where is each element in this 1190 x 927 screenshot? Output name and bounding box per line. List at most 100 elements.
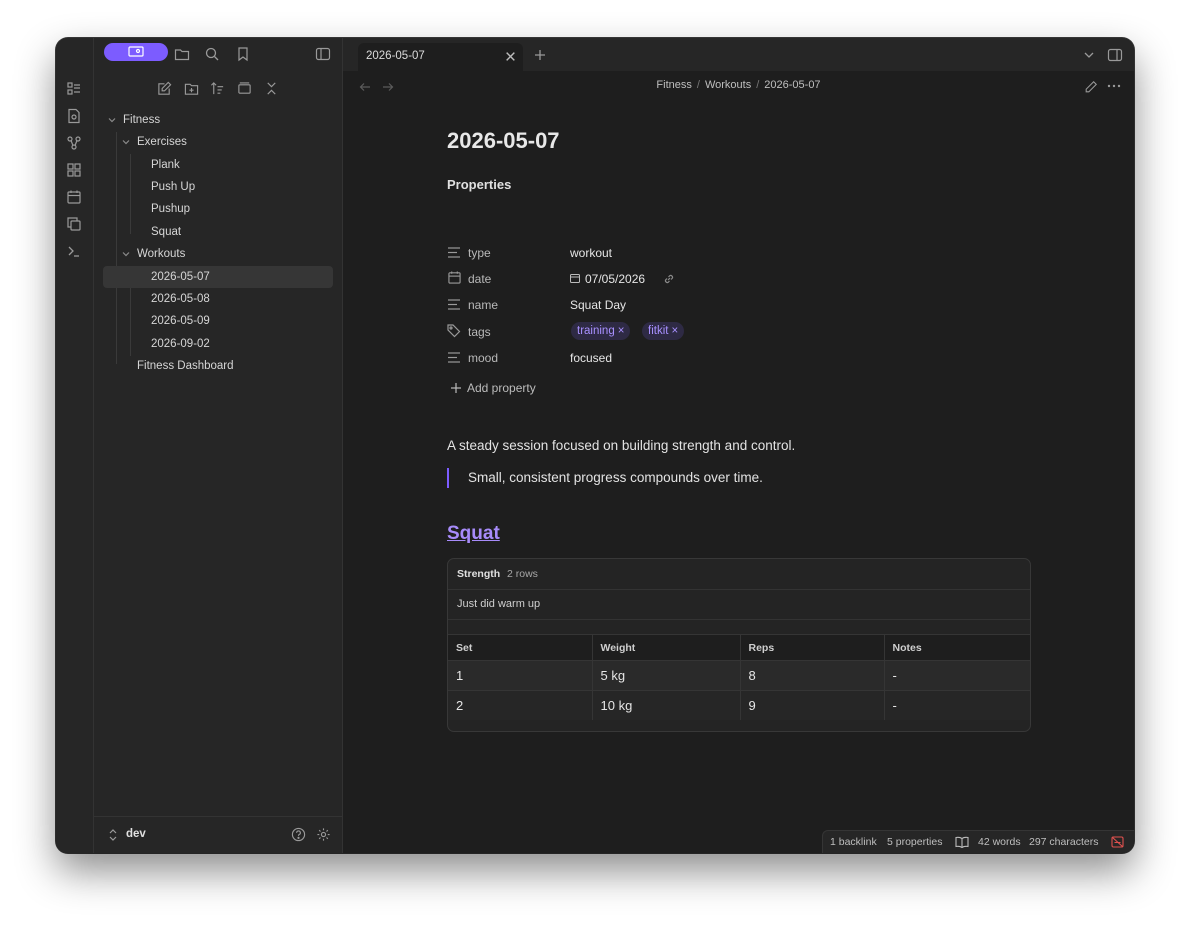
column-header[interactable]: Weight	[592, 634, 741, 661]
text-icon	[448, 247, 460, 258]
property-count[interactable]: 5 properties	[887, 836, 942, 848]
column-header[interactable]: Notes	[884, 634, 1030, 661]
app-window: Fitness Exercises Plank Push Up Pushup S…	[56, 38, 1134, 853]
note-title[interactable]: 2026-05-07	[447, 128, 560, 154]
copy-icon[interactable]	[66, 216, 82, 232]
tree-folder-workouts[interactable]: Workouts	[118, 244, 332, 264]
tree-item-label: 2026-05-09	[151, 315, 210, 327]
sort-icon[interactable]	[210, 81, 225, 96]
property-row-mood[interactable]: mood focused	[447, 347, 1031, 369]
table-cell[interactable]: -	[884, 690, 1030, 720]
tree-file-fitness-dashboard[interactable]: Fitness Dashboard	[118, 356, 332, 376]
more-options-icon[interactable]	[1107, 84, 1121, 88]
column-header[interactable]: Set	[448, 634, 593, 661]
reading-view-book-icon[interactable]	[955, 836, 969, 848]
new-tab-plus-icon[interactable]	[534, 49, 546, 61]
property-row-name[interactable]: name Squat Day	[447, 294, 1031, 316]
close-icon[interactable]	[505, 51, 516, 62]
breadcrumb-current[interactable]: 2026-05-07	[764, 79, 820, 91]
calendar-icon[interactable]	[66, 189, 82, 205]
plus-icon	[451, 383, 461, 393]
tree-file-squat[interactable]: Squat	[138, 222, 332, 242]
property-value[interactable]: focused	[570, 351, 612, 365]
tree-file-push-up[interactable]: Push Up	[138, 177, 332, 197]
property-value-date[interactable]: 07/05/2026	[585, 272, 645, 286]
file-search-icon[interactable]	[66, 108, 82, 124]
table-cell[interactable]: 8	[740, 660, 885, 691]
property-value[interactable]: workout	[570, 246, 612, 260]
bookmark-icon[interactable]	[235, 46, 251, 62]
breadcrumb-item[interactable]: Workouts	[705, 79, 751, 91]
chevron-up-down-icon[interactable]	[108, 828, 118, 842]
chevron-down-icon	[108, 118, 116, 123]
add-property-label: Add property	[467, 381, 536, 395]
table-cell[interactable]: -	[884, 660, 1030, 691]
property-value[interactable]: Squat Day	[570, 298, 626, 312]
table-cell[interactable]: 10 kg	[592, 690, 741, 720]
property-row-tags[interactable]: tags training × fitkit ×	[447, 321, 1031, 343]
link-icon[interactable]	[663, 273, 675, 285]
sidebar-top-bar	[94, 38, 342, 71]
table-header-row: Set Weight Reps Notes	[448, 634, 1030, 661]
table-cell[interactable]: 9	[740, 690, 885, 720]
settings-gear-icon[interactable]	[316, 827, 331, 842]
layout-grid-icon[interactable]	[66, 162, 82, 178]
table-cell[interactable]: 2	[448, 690, 593, 720]
tree-file-pushup[interactable]: Pushup	[138, 199, 332, 219]
calendar-icon	[448, 271, 461, 284]
note-blockquote[interactable]: Small, consistent progress compounds ove…	[447, 468, 763, 488]
tree-folder-exercises[interactable]: Exercises	[118, 132, 332, 152]
collapse-all-icon[interactable]	[264, 81, 279, 96]
tree-item-label: 2026-05-08	[151, 293, 210, 305]
right-sidebar-toggle-icon[interactable]	[1107, 47, 1123, 63]
add-property-button[interactable]: Add property	[447, 377, 1031, 399]
breadcrumb-item[interactable]: Fitness	[656, 79, 691, 91]
tree-file-2026-05-09[interactable]: 2026-05-09	[138, 311, 332, 331]
new-note-icon[interactable]	[157, 81, 172, 96]
sidebar-toggle-icon[interactable]	[315, 46, 331, 62]
tag-label: training	[577, 325, 615, 337]
tag-pill-fitkit[interactable]: fitkit ×	[642, 322, 685, 340]
remove-tag-icon[interactable]: ×	[618, 325, 625, 337]
graph-icon[interactable]	[66, 135, 82, 151]
tree-file-2026-05-07[interactable]: 2026-05-07	[103, 266, 333, 288]
property-row-type[interactable]: type workout	[447, 242, 1031, 264]
terminal-icon[interactable]	[66, 243, 82, 259]
vault-name[interactable]: dev	[126, 828, 146, 840]
properties-heading[interactable]: Properties	[447, 177, 511, 192]
property-key: mood	[468, 351, 499, 365]
base-view-name[interactable]: Strength	[457, 568, 500, 580]
folder-icon[interactable]	[174, 46, 190, 62]
files-tab-button[interactable]	[104, 43, 168, 61]
base-header: Strength 2 rows	[448, 559, 1030, 590]
table-cell[interactable]: 1	[448, 660, 593, 691]
new-folder-icon[interactable]	[184, 81, 199, 96]
tree-folder-fitness[interactable]: Fitness	[104, 110, 332, 130]
breadcrumb: Fitness / Workouts/2026-05-07	[656, 79, 821, 91]
edit-pencil-icon[interactable]	[1084, 80, 1098, 94]
search-icon[interactable]	[204, 46, 220, 62]
backlink-count[interactable]: 1 backlink	[830, 836, 877, 848]
tree-item-label: Push Up	[151, 181, 196, 193]
note-heading-link[interactable]: Squat	[447, 523, 500, 545]
table-cell[interactable]: 5 kg	[592, 660, 741, 691]
tree-file-plank[interactable]: Plank	[138, 155, 332, 175]
dashboard-icon[interactable]	[66, 81, 82, 97]
remove-tag-icon[interactable]: ×	[671, 325, 678, 337]
calendar-small-icon	[570, 274, 580, 283]
auto-reveal-icon[interactable]	[237, 81, 252, 96]
help-icon[interactable]	[291, 827, 306, 842]
tab-2026-05-07[interactable]: 2026-05-07	[358, 43, 523, 71]
tree-item-label: Plank	[151, 159, 180, 171]
base-row-count: 2 rows	[507, 568, 538, 580]
column-header[interactable]: Reps	[740, 634, 885, 661]
vault-icon	[128, 46, 144, 57]
tree-file-2026-09-02[interactable]: 2026-09-02	[138, 334, 332, 354]
tree-item-label: 2026-05-07	[151, 271, 210, 283]
property-row-date[interactable]: date 07/05/2026	[447, 268, 1031, 290]
tree-file-2026-05-08[interactable]: 2026-05-08	[138, 289, 332, 309]
note-paragraph[interactable]: A steady session focused on building str…	[447, 438, 795, 453]
tag-pill-training[interactable]: training ×	[571, 322, 631, 340]
sync-error-icon[interactable]	[1111, 836, 1124, 848]
chevron-down-icon[interactable]	[1083, 49, 1095, 61]
